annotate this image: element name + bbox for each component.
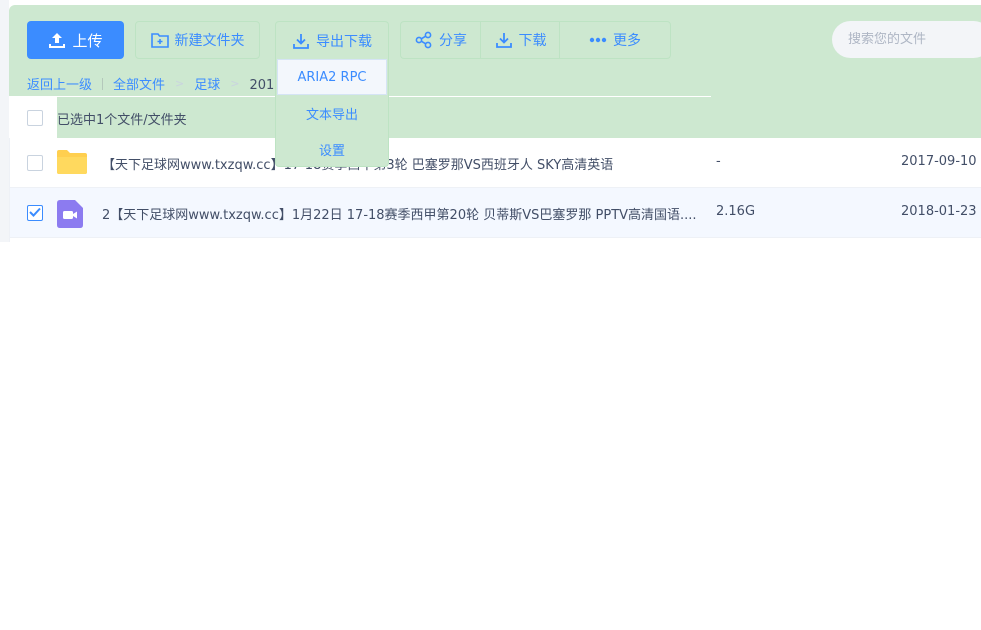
download-icon: [495, 31, 513, 49]
row-checkbox[interactable]: [27, 155, 43, 171]
menu-item-text-export[interactable]: 文本导出: [276, 95, 388, 131]
export-label: 导出下载: [316, 33, 372, 50]
new-folder-icon: [150, 32, 169, 48]
breadcrumb-level1[interactable]: 足球: [194, 74, 220, 93]
checkmark-icon: [29, 206, 41, 221]
upload-icon: [48, 32, 66, 48]
export-dropdown-menu: ARIA2 RPC 文本导出 设置: [275, 58, 389, 167]
file-name[interactable]: 【天下足球网www.txzqw.cc】17-18赛季西甲第3轮 巴塞罗那VS西班…: [102, 154, 702, 173]
upload-label: 上传: [72, 31, 103, 50]
video-file-icon: [57, 200, 83, 232]
select-all-checkbox[interactable]: [27, 110, 43, 126]
folder-icon: [57, 150, 87, 178]
breadcrumb-separator-icon: >: [230, 77, 240, 90]
list-header: 已选中1个文件/文件夹: [9, 97, 981, 138]
share-label: 分享: [439, 33, 467, 49]
file-size: -: [716, 154, 721, 169]
more-icon: [589, 37, 607, 43]
left-strip: [0, 0, 9, 242]
download-label: 下载: [518, 33, 547, 49]
selection-summary: 已选中1个文件/文件夹: [57, 113, 187, 128]
share-button[interactable]: 分享: [400, 21, 481, 59]
download-button[interactable]: 下载: [480, 21, 560, 59]
search-input[interactable]: [848, 32, 978, 47]
more-button[interactable]: 更多: [559, 21, 671, 59]
table-row[interactable]: 2【天下足球网www.txzqw.cc】1月22日 17-18赛季西甲第20轮 …: [9, 188, 981, 238]
breadcrumb-separator-icon: >: [175, 77, 185, 90]
menu-item-settings[interactable]: 设置: [276, 131, 388, 167]
search-box[interactable]: [832, 21, 981, 58]
row-checkbox[interactable]: [27, 205, 43, 221]
menu-item-aria2-rpc[interactable]: ARIA2 RPC: [277, 59, 387, 95]
file-date: 2017-09-10 1: [901, 154, 981, 169]
new-folder-label: 新建文件夹: [174, 33, 245, 49]
file-name[interactable]: 2【天下足球网www.txzqw.cc】1月22日 17-18赛季西甲第20轮 …: [102, 204, 702, 223]
left-border: [9, 138, 10, 242]
share-icon: [415, 31, 433, 49]
file-date: 2018-01-23 1: [901, 204, 981, 219]
export-icon: [292, 32, 310, 50]
more-label: 更多: [613, 33, 641, 49]
breadcrumb-all-files[interactable]: 全部文件: [113, 74, 165, 93]
new-folder-button[interactable]: 新建文件夹: [135, 21, 260, 59]
upload-button[interactable]: 上传: [27, 21, 124, 59]
export-download-button[interactable]: 导出下载: [275, 21, 389, 59]
breadcrumb-divider: [102, 77, 104, 90]
breadcrumb-back[interactable]: 返回上一级: [27, 74, 92, 93]
file-size: 2.16G: [716, 204, 756, 219]
breadcrumb: 返回上一级 全部文件 > 足球 > 2017西甲: [27, 74, 309, 93]
table-row[interactable]: 【天下足球网www.txzqw.cc】17-18赛季西甲第3轮 巴塞罗那VS西班…: [9, 138, 981, 188]
